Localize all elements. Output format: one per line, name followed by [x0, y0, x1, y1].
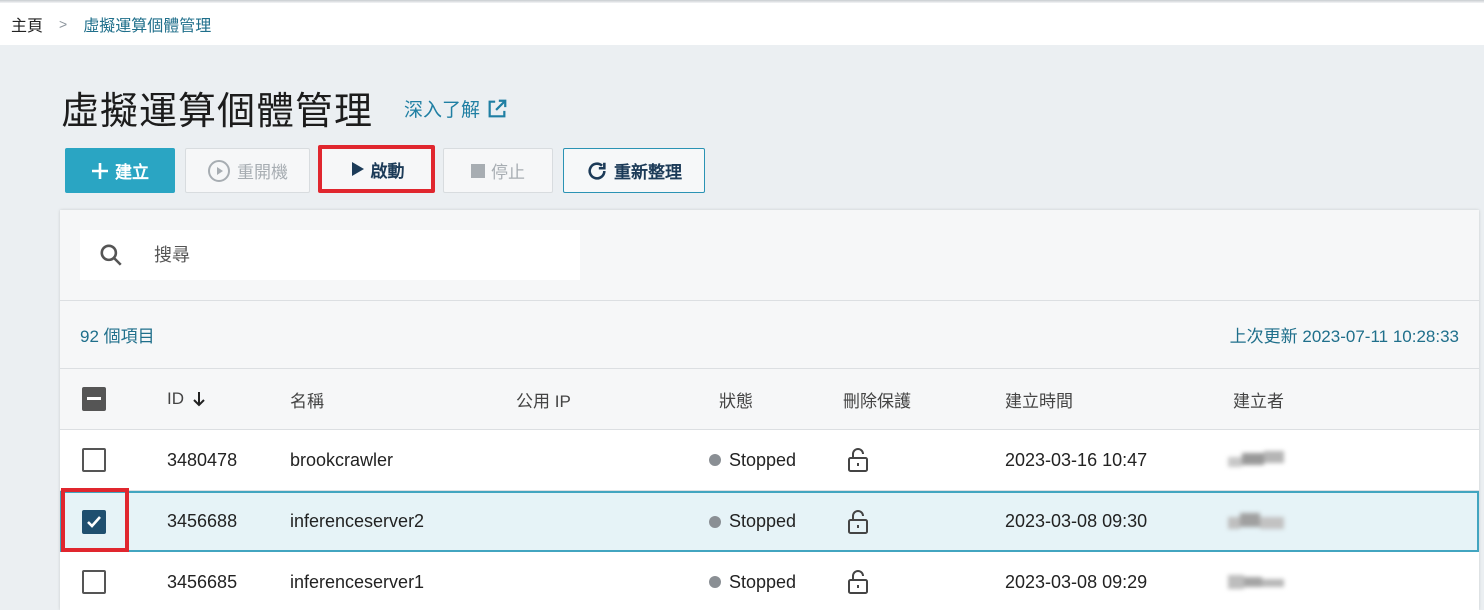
row-checkbox[interactable]	[82, 570, 106, 594]
arrow-down-icon	[193, 392, 205, 407]
instance-id: 3480478	[167, 449, 238, 470]
creator-cell	[1228, 493, 1288, 550]
refresh-icon	[588, 161, 606, 180]
learn-more-link[interactable]: 深入了解	[404, 95, 508, 122]
summary-bar: 92 個項目 上次更新 2023-07-11 10:28:33	[60, 301, 1479, 369]
status-label: Stopped	[729, 571, 797, 592]
start-button[interactable]: 啟動	[318, 145, 435, 193]
search-icon	[100, 244, 122, 266]
minus-icon	[87, 397, 101, 400]
header-public-ip[interactable]: 公用 IP	[516, 369, 571, 429]
create-button[interactable]: 建立	[65, 148, 175, 193]
play-icon	[351, 162, 364, 176]
page-title: 虛擬運算個體管理	[61, 91, 374, 133]
row-checkbox-cell	[82, 430, 106, 490]
instance-name[interactable]: brookcrawler	[290, 430, 393, 490]
instance-status: Stopped	[709, 552, 796, 610]
search-box[interactable]	[80, 230, 580, 280]
instance-name[interactable]: inferenceserver1	[290, 552, 424, 610]
external-link-icon	[488, 99, 507, 117]
instance-id: 3456685	[167, 571, 238, 592]
status-dot-icon	[709, 576, 721, 588]
delete-protection-cell	[847, 493, 869, 550]
play-circle-icon	[208, 159, 230, 182]
item-count: 92 個項目	[80, 327, 155, 346]
stop-label: 停止	[491, 163, 525, 182]
header-status[interactable]: 狀態	[719, 369, 753, 429]
check-icon	[87, 515, 101, 528]
breadcrumb-separator: >	[59, 16, 68, 32]
instance-status: Stopped	[709, 430, 796, 490]
row-checkbox-cell	[82, 552, 106, 610]
header-id-label: ID	[167, 389, 184, 408]
instance-id: 3456688	[167, 511, 238, 531]
delete-protection-cell	[847, 430, 869, 490]
instance-list-panel: 92 個項目 上次更新 2023-07-11 10:28:33 ID 名稱 公用…	[60, 210, 1479, 610]
row-checkbox-cell	[82, 493, 106, 550]
select-all-checkbox[interactable]	[82, 387, 106, 411]
instance-status: Stopped	[709, 493, 796, 550]
table-row[interactable]: 3456688 inferenceserver2 Stopped 2023-03…	[60, 491, 1479, 552]
delete-protection-cell	[847, 552, 869, 610]
select-all-cell	[82, 369, 106, 429]
reboot-button[interactable]: 重開機	[185, 148, 310, 193]
instance-created-time: 2023-03-16 10:47	[1005, 449, 1148, 470]
breadcrumb: 主頁 > 虛擬運算個體管理	[0, 3, 1484, 45]
search-input[interactable]	[154, 244, 534, 266]
learn-more-label: 深入了解	[404, 100, 481, 121]
lock-open-icon[interactable]	[847, 447, 869, 473]
create-label: 建立	[115, 163, 149, 182]
redacted-creator	[1228, 451, 1284, 467]
status-dot-icon	[709, 515, 721, 528]
header-creator[interactable]: 建立者	[1233, 369, 1284, 429]
last-updated: 上次更新 2023-07-11 10:28:33	[1229, 327, 1459, 346]
instance-table: ID 名稱 公用 IP 狀態 刪除保護 建立時間 建立者 3480478 bro…	[60, 369, 1479, 610]
table-row[interactable]: 3456685 inferenceserver1 Stopped 2023-03…	[60, 552, 1479, 610]
breadcrumb-home[interactable]: 主頁	[11, 12, 43, 36]
lock-open-icon[interactable]	[847, 509, 869, 535]
instance-created-time: 2023-03-08 09:30	[1005, 511, 1148, 531]
header-delete-protection[interactable]: 刪除保護	[843, 369, 911, 429]
header-name[interactable]: 名稱	[290, 369, 324, 429]
status-label: Stopped	[729, 449, 797, 470]
header-created-time[interactable]: 建立時間	[1005, 369, 1073, 429]
status-dot-icon	[709, 454, 721, 466]
breadcrumb-current[interactable]: 虛擬運算個體管理	[83, 12, 211, 36]
table-header-row: ID 名稱 公用 IP 狀態 刪除保護 建立時間 建立者	[60, 369, 1479, 430]
lock-open-icon[interactable]	[847, 569, 869, 595]
search-area	[60, 210, 1479, 301]
start-label: 啟動	[370, 161, 405, 181]
creator-cell	[1228, 430, 1288, 490]
stop-icon	[471, 163, 485, 178]
instance-created-time: 2023-03-08 09:29	[1005, 571, 1148, 592]
row-checkbox[interactable]	[82, 448, 106, 472]
redacted-creator	[1228, 512, 1284, 529]
refresh-label: 重新整理	[614, 163, 682, 182]
status-label: Stopped	[729, 511, 797, 531]
instance-name[interactable]: inferenceserver2	[290, 493, 424, 550]
reboot-label: 重開機	[237, 163, 288, 182]
refresh-button[interactable]: 重新整理	[563, 148, 705, 193]
row-checkbox[interactable]	[82, 509, 106, 534]
redacted-creator	[1228, 575, 1284, 589]
plus-icon	[92, 162, 108, 179]
table-row[interactable]: 3480478 brookcrawler Stopped 2023-03-16 …	[60, 430, 1479, 491]
stop-button[interactable]: 停止	[443, 148, 553, 193]
creator-cell	[1228, 552, 1288, 610]
header-id[interactable]: ID	[167, 369, 206, 429]
